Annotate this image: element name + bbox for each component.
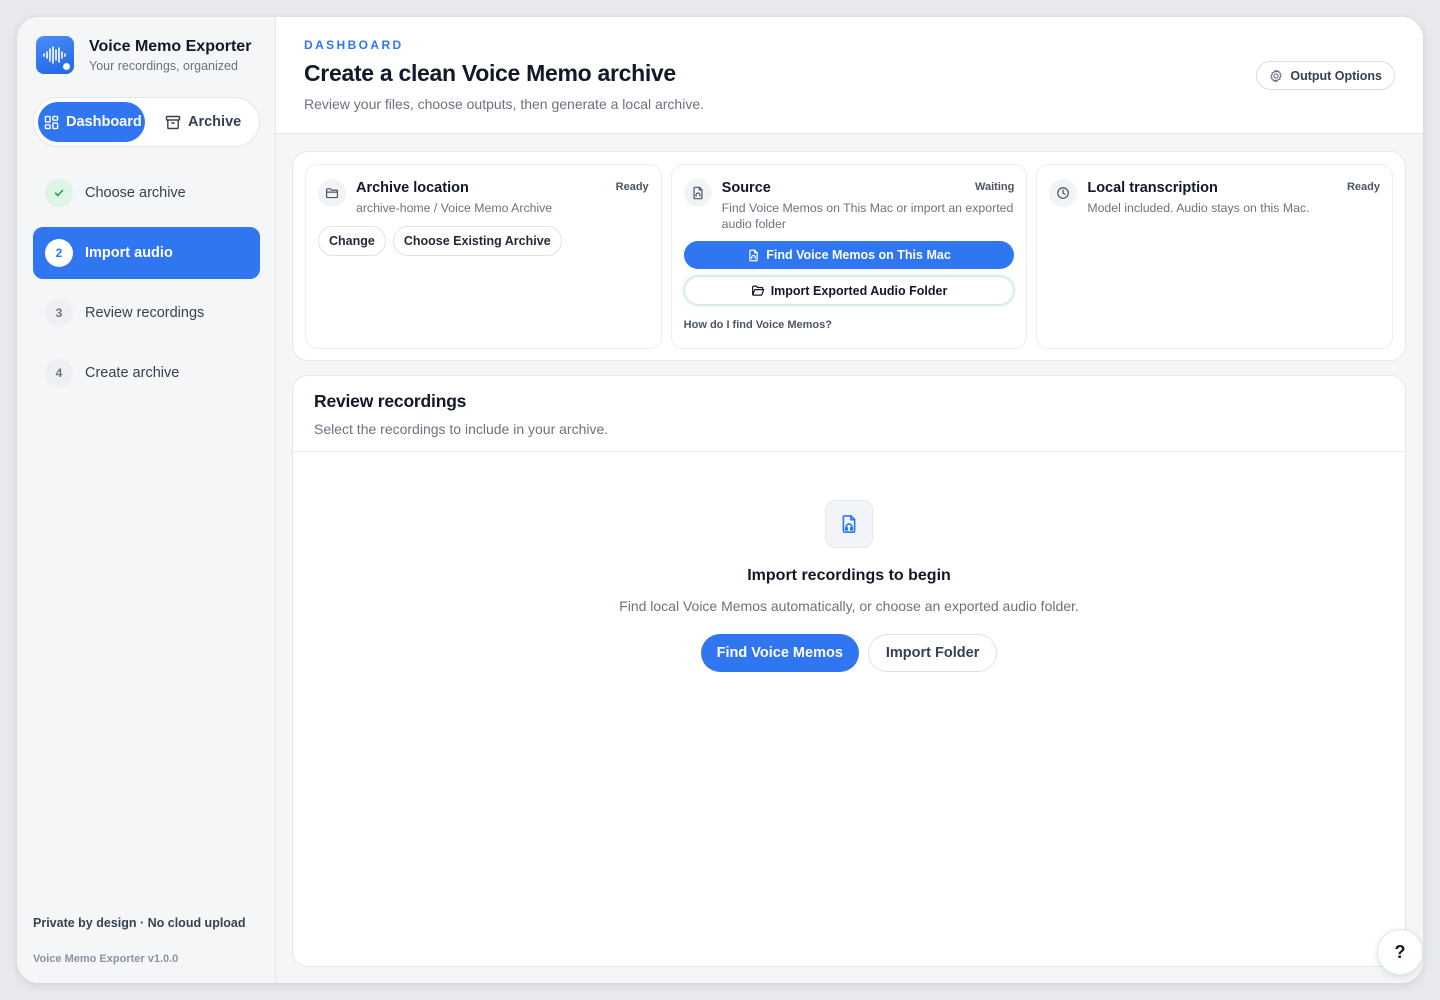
find-voice-memos-button[interactable]: Find Voice Memos xyxy=(700,634,859,672)
page-subtitle: Review your files, choose outputs, then … xyxy=(304,96,705,112)
sidebar-footer: Private by design · No cloud upload Voic… xyxy=(33,916,246,965)
tab-dashboard[interactable]: Dashboard xyxy=(38,102,145,142)
app-window: Voice Memo Exporter Your recordings, org… xyxy=(17,17,1423,983)
audio-file-icon xyxy=(825,500,873,548)
empty-state-title: Import recordings to begin xyxy=(747,567,951,584)
review-recordings-panel: Review recordings Select the recordings … xyxy=(292,375,1406,967)
tab-archive-label: Archive xyxy=(188,114,242,130)
how-to-find-voice-memos-link[interactable]: How do I find Voice Memos? xyxy=(684,319,1015,331)
step-label: Create archive xyxy=(85,365,180,381)
review-title: Review recordings xyxy=(314,391,467,411)
archive-status-badge: Ready xyxy=(615,181,649,193)
audio-file-icon xyxy=(683,179,712,207)
logo-badge-icon xyxy=(61,61,72,72)
transcription-card-title: Local transcription xyxy=(1087,180,1218,196)
step-label: Choose archive xyxy=(85,185,186,201)
import-exported-folder-button[interactable]: Import Exported Audio Folder xyxy=(683,276,1015,305)
gear-icon xyxy=(1270,69,1283,82)
tab-dashboard-label: Dashboard xyxy=(66,114,142,130)
source-card: Waiting Source Find Voice Memos on This … xyxy=(670,164,1028,349)
step-choose-archive[interactable]: Choose archive xyxy=(33,167,260,219)
app-logo-icon xyxy=(36,36,74,74)
import-exported-folder-label: Import Exported Audio Folder xyxy=(770,283,948,298)
find-voice-memos-mac-label: Find Voice Memos on This Mac xyxy=(766,248,951,262)
step-number: 4 xyxy=(45,359,73,387)
step-review-recordings[interactable]: 3 Review recordings xyxy=(33,287,260,339)
audio-file-icon xyxy=(749,249,759,261)
step-label: Review recordings xyxy=(85,305,205,321)
folder-icon xyxy=(318,179,346,207)
step-number: 3 xyxy=(45,299,73,327)
transcription-card: Ready Local transcription Model included… xyxy=(1036,164,1394,349)
step-label: Import audio xyxy=(85,245,173,261)
review-header: Review recordings Select the recordings … xyxy=(293,376,1405,452)
brand: Voice Memo Exporter Your recordings, org… xyxy=(36,36,251,74)
archive-path: archive-home / Voice Memo Archive xyxy=(356,201,553,215)
page-header: DASHBOARD Create a clean Voice Memo arch… xyxy=(276,17,1423,134)
app-title: Voice Memo Exporter xyxy=(89,37,252,55)
choose-existing-archive-button[interactable]: Choose Existing Archive xyxy=(392,226,562,256)
import-folder-button[interactable]: Import Folder xyxy=(867,634,998,672)
grid-icon xyxy=(44,115,59,129)
output-options-button[interactable]: Output Options xyxy=(1256,61,1395,90)
status-panel: Ready Archive location archive-home / Vo… xyxy=(292,151,1406,361)
step-list: Choose archive 2 Import audio 3 Review r… xyxy=(33,167,260,407)
transcription-status-badge: Ready xyxy=(1346,181,1381,193)
empty-state-subtitle: Find local Voice Memos automatically, or… xyxy=(619,598,1079,614)
step-number: 2 xyxy=(45,239,73,267)
source-status-badge: Waiting xyxy=(975,181,1015,193)
view-switcher: Dashboard Archive xyxy=(33,97,260,147)
privacy-note: Private by design · No cloud upload xyxy=(33,916,246,930)
archive-box-icon xyxy=(165,115,181,129)
source-card-title: Source xyxy=(721,180,771,196)
app-version: Voice Memo Exporter v1.0.0 xyxy=(33,953,179,965)
tab-archive[interactable]: Archive xyxy=(145,102,241,142)
step-import-audio[interactable]: 2 Import audio xyxy=(33,227,260,279)
app-subtitle: Your recordings, organized xyxy=(89,58,238,73)
archive-card-title: Archive location xyxy=(356,180,469,196)
sidebar: Voice Memo Exporter Your recordings, org… xyxy=(17,17,276,983)
page-eyebrow: DASHBOARD xyxy=(304,38,404,52)
step-check-icon xyxy=(45,179,73,207)
change-archive-button[interactable]: Change xyxy=(318,226,386,256)
page-title: Create a clean Voice Memo archive xyxy=(304,60,676,86)
transcription-description: Model included. Audio stays on this Mac. xyxy=(1087,201,1310,215)
step-create-archive[interactable]: 4 Create archive xyxy=(33,347,260,399)
main-content: DASHBOARD Create a clean Voice Memo arch… xyxy=(276,17,1423,983)
clock-icon xyxy=(1049,179,1078,207)
find-voice-memos-mac-button[interactable]: Find Voice Memos on This Mac xyxy=(683,241,1015,269)
empty-state: Import recordings to begin Find local Vo… xyxy=(293,500,1405,672)
source-description: Find Voice Memos on This Mac or import a… xyxy=(721,201,1014,231)
folder-open-icon xyxy=(751,285,764,296)
archive-location-card: Ready Archive location archive-home / Vo… xyxy=(305,164,662,349)
review-subtitle: Select the recordings to include in your… xyxy=(314,421,609,437)
output-options-label: Output Options xyxy=(1290,68,1382,83)
help-button[interactable]: ? xyxy=(1377,929,1423,975)
